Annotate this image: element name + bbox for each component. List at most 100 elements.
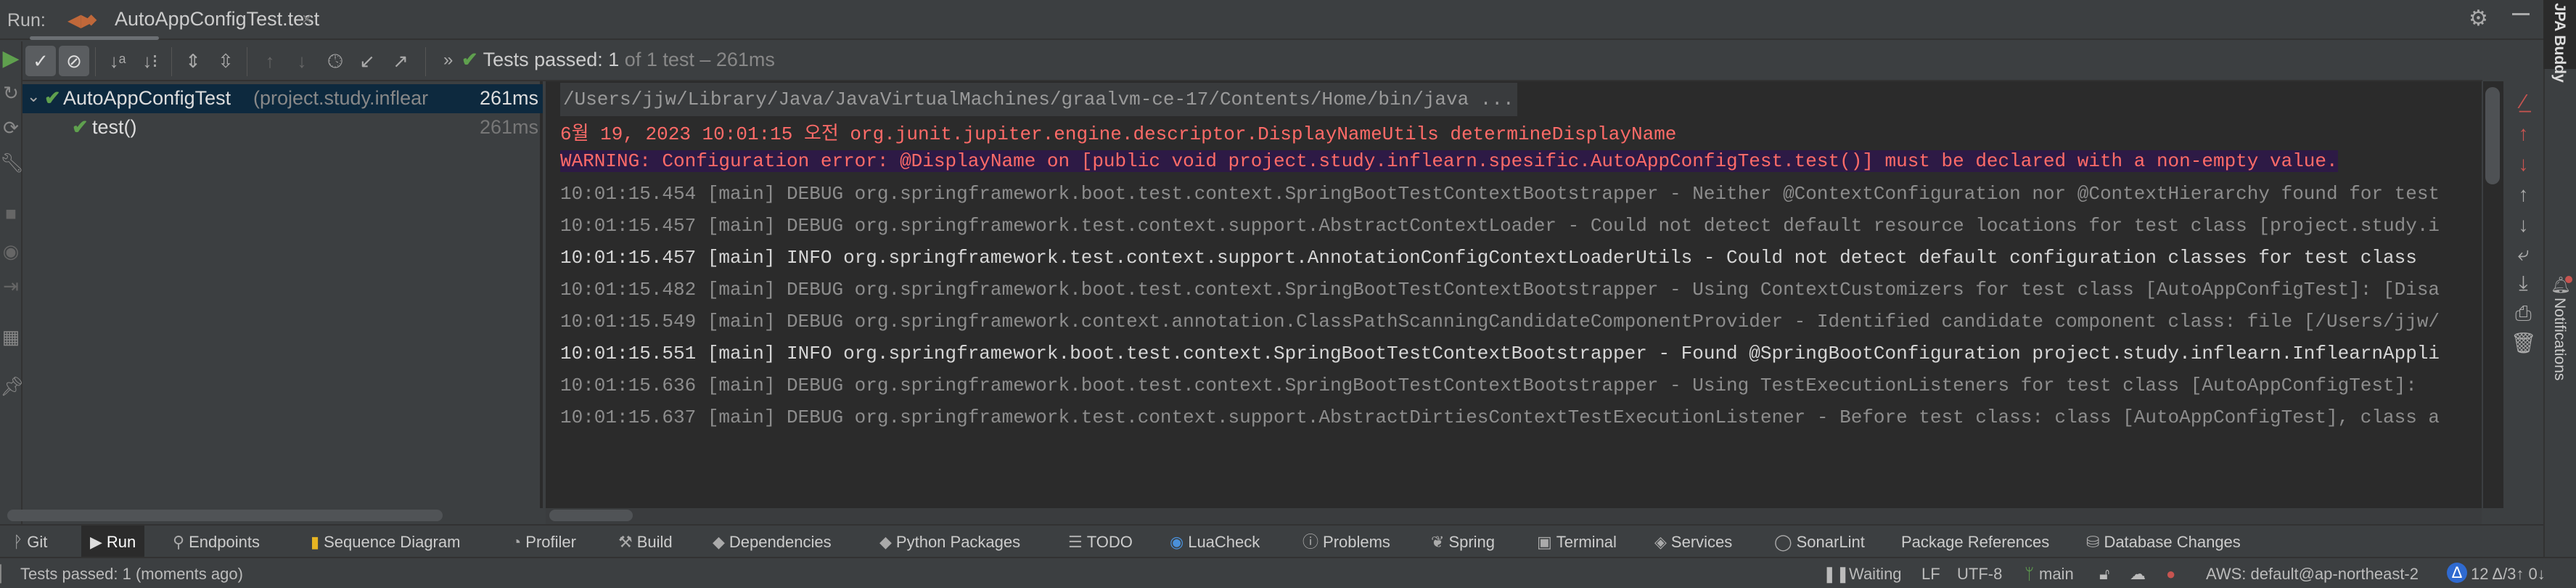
import-tests-icon[interactable]: ↙ [352,46,382,76]
more-icon[interactable]: » [443,50,453,70]
tool-window-endpoints[interactable]: ⚲ Endpoints [173,526,260,558]
console-line: 10:01:15.457 [main] DEBUG org.springfram… [560,215,2440,237]
gear-icon[interactable]: ⚙ [2469,6,2488,31]
up-icon[interactable]: ↑ [2503,183,2543,206]
pin-icon[interactable]: 📌︎ [0,375,24,398]
next-failed-icon[interactable]: ↓ [287,46,317,76]
notification-badge [2565,276,2572,283]
test-config-icon: ◆ [86,12,97,28]
tool-window-sequence-diagram[interactable]: ▮ Sequence Diagram [311,526,460,558]
status-waiting[interactable]: Waiting [1849,565,1902,584]
previous-failed-icon[interactable]: ↑ [255,46,285,76]
sort-by-duration-icon[interactable]: ↓⁝ [135,46,165,76]
scroll-to-end-icon[interactable]: ⤓ [2503,271,2543,295]
lock-icon[interactable]: 🔓︎ [2099,565,2109,584]
tool-window-spring[interactable]: ❦ Spring [1431,526,1495,558]
collapse-all-icon[interactable]: ⇳ [210,46,241,76]
profiler-icon: ◔ [512,533,522,551]
tool-window-services[interactable]: ◈ Services [1654,526,1732,558]
tool-window-package-references[interactable]: Package References [1901,526,2049,558]
show-passed-icon[interactable]: ✓ [25,46,56,76]
run-tab-bar: Run: ◀▶ ◆ AutoAppConfigTest.test × ⚙ [0,0,2543,40]
rerun-failed-icon[interactable]: ↻ [0,82,22,105]
git-branch[interactable]: main [2039,565,2074,584]
previous-error-icon[interactable]: ↑ [2503,122,2543,145]
console-line: 10:01:15.637 [main] DEBUG org.springfram… [560,407,2440,428]
line-separator[interactable]: LF [1921,565,1940,584]
tool-window-bar: ᚹ Git ▶ Run ⚲ Endpoints ▮ Sequence Diagram ◔… [0,524,2543,558]
tool-window-todo[interactable]: ☰ TODO [1068,526,1133,558]
tab-underline [30,36,159,40]
console-line: 10:01:15.454 [main] DEBUG org.springfram… [560,183,2440,205]
aws-profile[interactable]: AWS: default@ap-northeast-2 [2206,565,2419,584]
close-tab-icon[interactable]: × [302,9,312,30]
error-icon[interactable]: ● [2166,565,2175,584]
sort-alphabetically-icon[interactable]: ↓ᵃ [102,46,133,76]
exit-icon[interactable]: ⇥ [0,275,22,298]
wrench-icon[interactable]: 🔧︎ [0,152,24,174]
rerun-icon[interactable]: ▶ [0,46,22,71]
tool-window-problems[interactable]: ⓘ Problems [1303,526,1390,558]
show-ignored-icon[interactable]: ⊘ [59,46,89,76]
console-line: 10:01:15.549 [main] DEBUG org.springfram… [560,311,2440,332]
terminal-icon: ▣ [1537,533,1552,551]
test-tree: ⌄ ✔ AutoAppConfigTest (project.study.inf… [22,81,543,508]
console-output[interactable]: /Users/jjw/Library/Java/JavaVirtualMachi… [546,81,2482,508]
status-bar: ▏ Tests passed: 1 (moments ago) ❚❚ Waiti… [0,557,2576,588]
git-branch-icon: ᛘ [2025,565,2035,583]
problems-icon: ⓘ [1303,533,1319,551]
notifications-tab[interactable]: 🔔︎ Notifications [2543,276,2576,421]
chevron-down-icon[interactable]: ⌄ [27,87,40,106]
test-history-icon[interactable]: 🕓︎ [320,46,350,76]
tool-window-profiler[interactable]: ◔ Profiler [512,526,576,558]
tree-row-test[interactable]: ✔ test() 261ms [22,113,543,142]
clear-highlight-icon[interactable]: ⁄̲ [2503,90,2543,113]
run-tab-title[interactable]: AutoAppConfigTest.test [115,8,319,30]
layout-icon[interactable]: ▦ [0,326,22,348]
cloud-settings-icon[interactable]: ☁ [2130,565,2146,584]
print-icon[interactable]: ⎙ [2503,302,2543,326]
pause-icon[interactable]: ❚❚ [1823,565,1850,584]
console-line: 10:01:15.482 [main] DEBUG org.springfram… [560,279,2440,301]
stop-icon[interactable]: ■ [0,203,22,225]
tree-row-root[interactable]: ⌄ ✔ AutoAppConfigTest (project.study.inf… [22,84,543,113]
down-icon[interactable]: ↓ [2503,213,2543,237]
status-message[interactable]: Tests passed: 1 (moments ago) [20,565,243,584]
expand-all-icon[interactable]: ⇕ [178,46,208,76]
tool-window-luacheck[interactable]: ◉ LuaCheck [1170,526,1260,558]
soft-wrap-icon[interactable]: ⤶ [2503,242,2543,266]
run-side-toolbar: ▶ ↻ ⟳ 🔧︎ ■ ◉ ⇥ ▦ 📌︎ [0,41,24,524]
vertical-scroll-thumb[interactable] [2485,87,2500,184]
toggle-auto-test-icon[interactable]: ⟳ [0,117,22,139]
export-tests-icon[interactable]: ↗ [385,46,416,76]
next-error-icon[interactable]: ↓ [2503,152,2543,176]
vcs-changes[interactable]: 12 Δ/3↑ 0↓ [2471,565,2546,584]
database-changes-icon: ⛁ [2086,533,2100,551]
console-line: 10:01:15.457 [main] INFO org.springframe… [560,247,2417,269]
tool-window-git[interactable]: ᚹ Git [7,526,53,558]
tool-window-run[interactable]: ▶ Run [81,526,145,558]
test-toolbar: ✓ ⊘ ↓ᵃ ↓⁝ ⇕ ⇳ ↑ ↓ 🕓︎ ↙ ↗ » ✔ Tests passe… [22,41,2482,81]
tool-window-sonarlint[interactable]: ◯ SonarLint [1774,526,1865,558]
minimize-icon[interactable] [2512,13,2530,15]
file-encoding[interactable]: UTF-8 [1957,565,2002,584]
tree-horizontal-scroll-thumb[interactable] [7,510,443,521]
tool-window-build[interactable]: ⚒ Build [618,526,673,558]
tool-window-database-changes[interactable]: ⛁ Database Changes [2086,526,2241,558]
horizontal-scroll-thumb[interactable] [549,510,633,521]
luacheck-icon: ◉ [1170,533,1184,551]
camera-icon[interactable]: ◉ [0,240,22,263]
tool-window-terminal[interactable]: ▣ Terminal [1537,526,1617,558]
console-horizontal-scrollbar[interactable] [546,508,2482,524]
tool-window-dependencies[interactable]: ◆ Dependencies [713,526,832,558]
python-packages-icon: ◆ [879,533,892,551]
trash-icon[interactable]: 🗑︎ [2503,331,2543,355]
endpoints-icon: ⚲ [173,533,185,551]
services-icon: ◈ [1654,533,1667,551]
build-icon: ⚒ [618,533,633,551]
tool-window-python-packages[interactable]: ◆ Python Packages [879,526,1020,558]
vcs-icon: Δ [2447,563,2467,583]
java-command-line[interactable]: /Users/jjw/Library/Java/JavaVirtualMachi… [560,83,1517,116]
jpa-buddy-tab[interactable]: JPA Buddy [2543,0,2576,83]
toggle-tool-windows-icon[interactable]: ▏ [0,565,12,584]
